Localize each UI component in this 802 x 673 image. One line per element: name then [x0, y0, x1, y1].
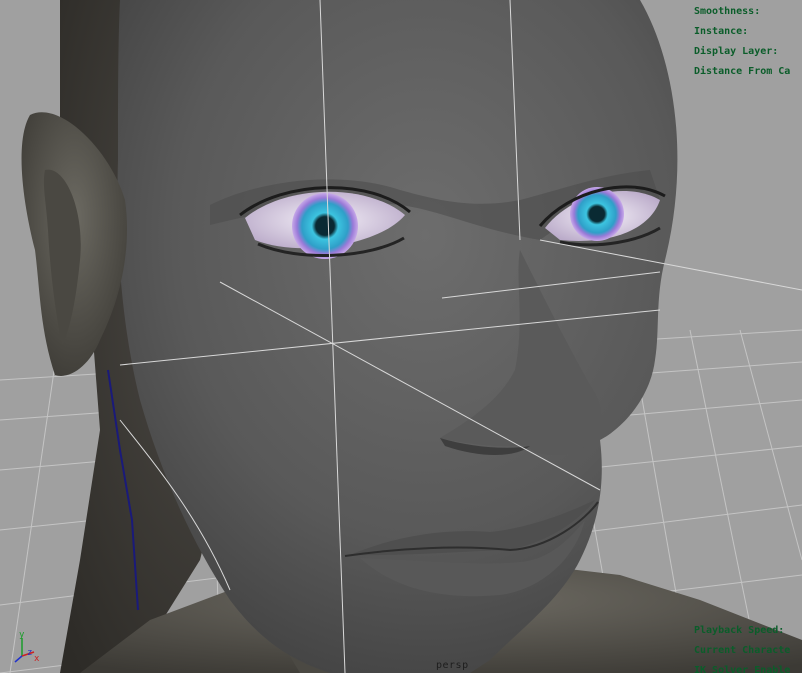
hud-top-panel: Smoothness: Instance: Display Layer: Dis… — [694, 2, 790, 82]
axis-x-label: x — [34, 654, 40, 664]
hud-display-layer: Display Layer: — [694, 46, 779, 57]
hud-ik-solver: IK Solver Enable — [694, 665, 791, 673]
hud-bottom-panel: Playback Speed: Current Characte IK Solv… — [694, 621, 790, 673]
right-iris — [570, 187, 624, 241]
hud-playback-speed: Playback Speed: — [694, 625, 785, 636]
hud-distance-from-camera: Distance From Ca — [694, 66, 791, 77]
hud-smoothness: Smoothness: — [694, 6, 761, 17]
viewport-persp[interactable]: Smoothness: Instance: Display Layer: Dis… — [0, 0, 802, 673]
axis-y-label: y — [19, 630, 25, 640]
left-iris — [292, 193, 358, 259]
scene-canvas[interactable] — [0, 0, 802, 673]
axis-z-label: z — [27, 648, 32, 658]
hud-current-character: Current Characte — [694, 645, 791, 656]
hud-instance: Instance: — [694, 26, 749, 37]
camera-name-label: persp — [436, 660, 469, 671]
axis-gizmo-icon: y z x — [14, 630, 40, 664]
